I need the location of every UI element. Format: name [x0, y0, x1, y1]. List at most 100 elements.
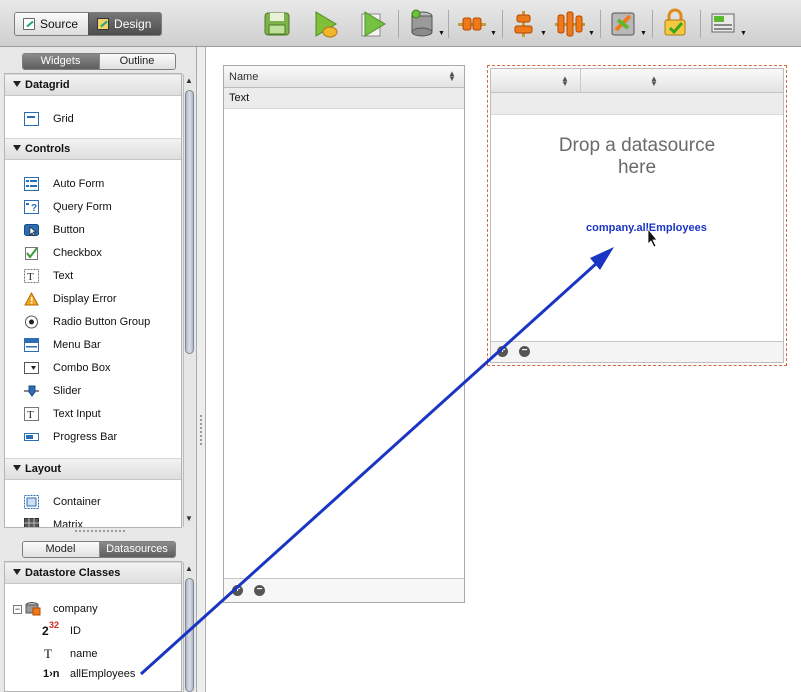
widgets-scrollbar-thumb[interactable] — [185, 90, 194, 354]
tab-outline[interactable]: Outline — [98, 53, 175, 69]
datagrid-widget[interactable]: Name ▲ ▼ Text + − — [223, 65, 465, 603]
save-icon[interactable] — [262, 8, 292, 40]
widget-slider[interactable]: Slider — [5, 381, 81, 401]
string-icon: T — [44, 646, 52, 661]
splitter-grip[interactable] — [200, 415, 202, 445]
widgets-scrollbar[interactable]: ▲ ▼ — [183, 74, 195, 527]
attribute-row[interactable]: 2 32 ID — [42, 620, 81, 638]
scroll-down-arrow-icon[interactable]: ▼ — [185, 514, 193, 523]
sort-arrows-icon[interactable]: ▲ ▼ — [650, 75, 658, 88]
attribute-row[interactable]: T name — [44, 646, 98, 662]
column-header-name[interactable]: Name — [229, 71, 258, 83]
widget-label: Text Input — [53, 408, 101, 420]
container-icon — [24, 495, 39, 509]
remove-row-icon[interactable]: − — [519, 346, 530, 357]
widget-label: Display Error — [53, 293, 117, 305]
collapse-icon[interactable]: − — [13, 604, 22, 614]
section-datastore-classes[interactable]: Datastore Classes — [5, 562, 181, 584]
warning-icon — [24, 292, 39, 306]
widget-label: Auto Form — [53, 178, 105, 190]
remove-row-icon[interactable]: − — [254, 585, 265, 596]
design-mode-label: Design — [114, 17, 152, 31]
toolbar-separator — [502, 10, 503, 38]
widget-auto-form[interactable]: Auto Form — [5, 174, 104, 194]
datastore-icon[interactable] — [408, 8, 438, 40]
distribute-icon[interactable] — [553, 8, 587, 40]
connect-icon[interactable] — [456, 8, 488, 40]
layout-dropdown-caret[interactable]: ▼ — [740, 30, 747, 37]
design-mode-button[interactable]: Design — [88, 13, 162, 35]
empty-datagrid-widget[interactable]: ▲ ▼ ▲ ▼ Drop a datasource here company.all… — [487, 65, 787, 366]
widget-combo-box[interactable]: Combo Box — [5, 358, 110, 378]
grid-icon — [24, 112, 39, 126]
tab-datasources[interactable]: Datasources — [98, 541, 175, 557]
add-row-icon[interactable]: + — [232, 585, 243, 596]
add-row-icon[interactable]: + — [497, 346, 508, 357]
sort-arrows-icon[interactable]: ▲ ▼ — [448, 70, 456, 83]
widget-label: Matrix — [53, 519, 83, 528]
model-tabs: Model Datasources — [0, 538, 197, 560]
attribute-row[interactable]: 1›n allEmployees — [43, 668, 135, 680]
button-icon — [24, 224, 39, 237]
lock-icon[interactable] — [660, 8, 690, 40]
main-toolbar: Source Design ▼ ▼ ▼ ▼ ▼ ▼ — [0, 0, 801, 47]
run-file-icon[interactable] — [357, 8, 387, 40]
vertical-splitter[interactable] — [197, 47, 206, 692]
widget-container[interactable]: Container — [5, 492, 101, 512]
widget-matrix[interactable]: Matrix — [5, 515, 83, 528]
widgets-list: Datagrid Grid Controls Auto Form ? Query… — [4, 73, 182, 528]
widget-progress-bar[interactable]: Progress Bar — [5, 427, 117, 447]
section-layout[interactable]: Layout — [5, 458, 181, 480]
disclosure-triangle-icon — [13, 569, 21, 575]
widget-label: Checkbox — [53, 247, 102, 259]
widget-text[interactable]: T Text — [5, 266, 73, 286]
source-mode-button[interactable]: Source — [15, 13, 89, 35]
design-canvas[interactable]: Name ▲ ▼ Text + − ▲ ▼ ▲ ▼ Drop a datasource… — [206, 47, 801, 692]
toolbar-separator — [398, 10, 399, 38]
scroll-up-arrow-icon[interactable]: ▲ — [185, 76, 193, 85]
widget-menu-bar[interactable]: Menu Bar — [5, 335, 101, 355]
column-separator[interactable] — [580, 69, 581, 93]
datastore-scrollbar-thumb[interactable] — [185, 578, 194, 692]
grid-row[interactable]: Text — [224, 88, 464, 109]
widget-text-input[interactable]: T Text Input — [5, 404, 101, 424]
sync-icon[interactable] — [608, 8, 638, 40]
widget-radio-button-group[interactable]: Radio Button Group — [5, 312, 150, 332]
scroll-up-arrow-icon[interactable]: ▲ — [185, 564, 193, 573]
connect-dropdown-caret[interactable]: ▼ — [490, 30, 497, 37]
widget-grid[interactable]: Grid — [5, 109, 74, 129]
layout-icon[interactable] — [708, 8, 740, 40]
widget-checkbox[interactable]: Checkbox — [5, 243, 102, 263]
section-datagrid[interactable]: Datagrid — [5, 74, 181, 96]
grid-row[interactable] — [491, 93, 783, 115]
align-icon[interactable] — [510, 8, 536, 40]
tab-model[interactable]: Model — [22, 541, 99, 557]
datastore-scrollbar[interactable]: ▲ — [183, 562, 195, 692]
widget-display-error[interactable]: Display Error — [5, 289, 117, 309]
drop-hint-line: Drop a datasource — [558, 135, 716, 156]
widgets-tabs: Widgets Outline — [0, 50, 197, 72]
source-mode-label: Source — [40, 17, 79, 31]
widget-query-form[interactable]: ? Query Form — [5, 197, 112, 217]
distribute-dropdown-caret[interactable]: ▼ — [588, 30, 595, 37]
sort-arrows-icon[interactable]: ▲ ▼ — [561, 75, 569, 88]
drop-hint-line: here — [617, 157, 657, 178]
widget-label: Container — [53, 496, 101, 508]
section-controls[interactable]: Controls — [5, 138, 181, 160]
widget-label: Combo Box — [53, 362, 111, 374]
grid-footer: + − — [224, 578, 464, 602]
auto-form-icon — [24, 177, 39, 191]
progress-bar-icon — [24, 433, 39, 441]
widget-label: Grid — [53, 113, 74, 125]
align-dropdown-caret[interactable]: ▼ — [540, 30, 547, 37]
panel-splitter[interactable] — [75, 530, 125, 534]
datastore-dropdown-caret[interactable]: ▼ — [438, 30, 445, 37]
widget-button[interactable]: Button — [5, 220, 85, 240]
svg-text:T: T — [27, 271, 34, 283]
text-input-icon: T — [24, 407, 39, 421]
drag-label: company.allEmployees — [586, 222, 707, 234]
tab-widgets[interactable]: Widgets — [22, 53, 99, 69]
sync-dropdown-caret[interactable]: ▼ — [640, 30, 647, 37]
class-company[interactable]: − company — [13, 602, 98, 616]
run-icon[interactable] — [310, 8, 340, 40]
